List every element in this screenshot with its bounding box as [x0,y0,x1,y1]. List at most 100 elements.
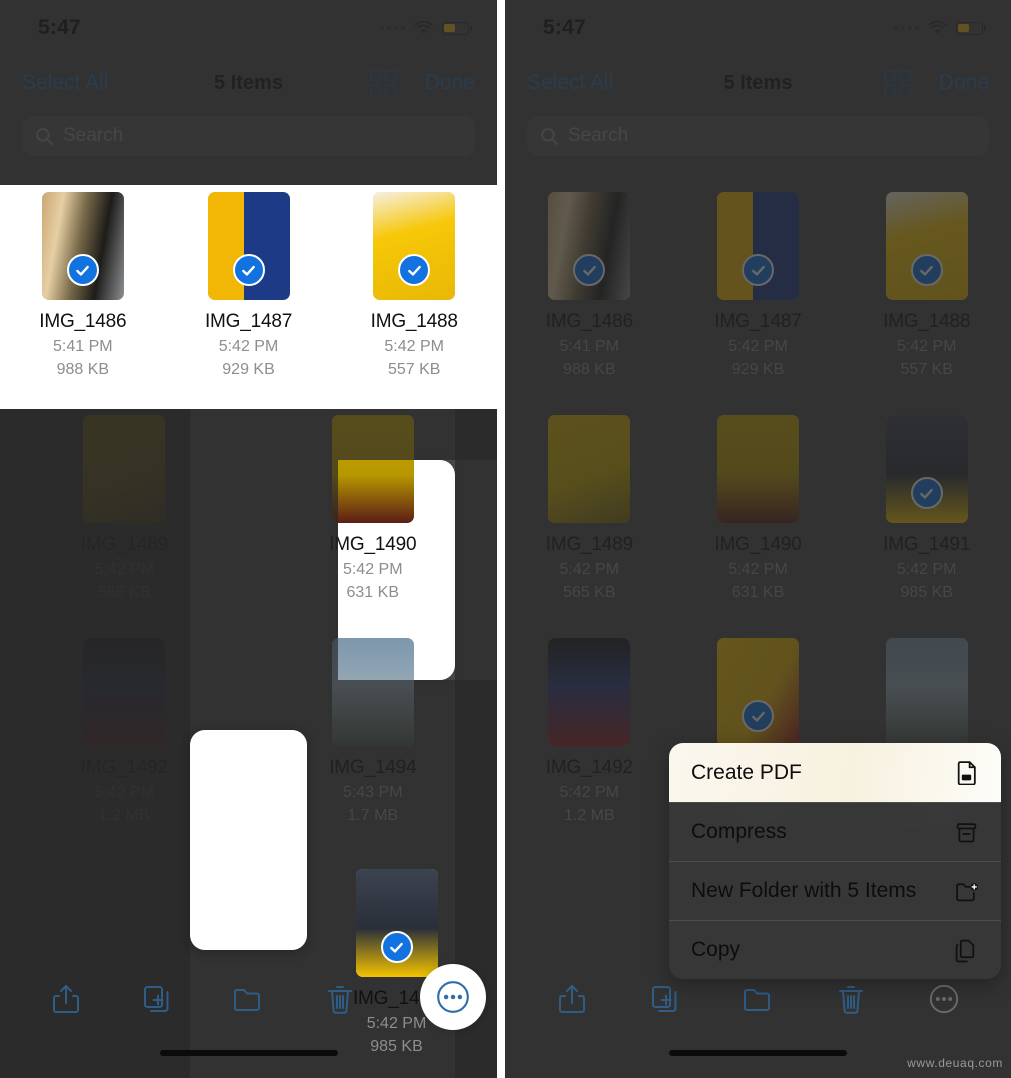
file-thumbnail[interactable] [885,192,968,300]
file-thumbnail[interactable] [41,192,124,300]
duplicate-button[interactable] [138,980,176,1018]
file-time: 5:42 PM [94,561,155,578]
file-thumbnail[interactable] [83,638,166,746]
move-to-folder-button[interactable] [739,980,777,1018]
search-placeholder: Search [63,125,124,146]
context-menu: Create PDF Compress New Folder with 5 Item… [669,743,1001,979]
done-button[interactable]: Done [939,71,989,95]
file-name: IMG_1489 [545,534,633,555]
file-thumbnail[interactable] [717,638,799,746]
share-button[interactable] [553,980,591,1018]
duplicate-icon [144,986,169,1012]
file-size: 557 KB [387,361,441,378]
context-menu-item[interactable]: Create PDF [669,743,1001,802]
file-size: 565 KB [563,584,616,601]
file-name: IMG_1487 [714,311,802,332]
share-button[interactable] [47,980,85,1018]
file-cell[interactable]: IMG_1487 5:42 PM 929 KB [674,172,843,395]
file-cell[interactable]: IMG_1488 5:42 PM 557 KB [842,172,1011,395]
thumbnail-image [885,638,968,746]
more-button[interactable] [420,964,486,1030]
file-thumbnail[interactable] [331,415,414,523]
file-cell[interactable]: IMG_1487 5:42 PM 929 KB [166,172,332,395]
file-cell[interactable]: IMG_1489 5:42 PM 565 KB [505,395,674,618]
battery-low-power-icon [442,21,472,35]
grid-view-icon[interactable] [369,69,397,97]
context-menu-item[interactable]: Compress [669,802,1001,861]
file-name: IMG_1486 [545,311,633,332]
context-menu-item[interactable]: Copy [669,920,1001,979]
file-time: 5:43 PM [342,784,403,801]
search-input[interactable]: Search [527,116,989,156]
trash-icon [839,986,864,1014]
selected-checkmark[interactable] [742,700,774,732]
check-icon [76,265,90,276]
done-button[interactable]: Done [425,71,475,95]
folder-icon [234,989,261,1011]
file-cell[interactable]: IMG_1488 5:42 PM 557 KB [331,172,497,395]
delete-button[interactable] [832,980,870,1018]
file-size: 988 KB [56,361,110,378]
search-placeholder: Search [568,125,629,146]
context-menu-item[interactable]: New Folder with 5 Items [669,861,1001,920]
file-cell[interactable]: IMG_1490 5:42 PM 631 KB [249,395,498,618]
selected-checkmark[interactable] [380,931,413,963]
file-cell[interactable]: IMG_1492 5:42 PM 1.2 MB [505,618,674,841]
context-menu-label: Create PDF [691,760,802,784]
file-thumbnail[interactable] [331,638,414,746]
file-thumbnail[interactable] [83,415,166,523]
more-button[interactable] [925,980,963,1018]
selected-checkmark[interactable] [232,254,265,286]
page-title: 5 Items [723,71,793,94]
right-nav-bar: Select All 5 Items Done [505,56,1011,110]
file-row: IMG_1489 5:42 PM 565 KB IMG_1490 5:42 PM 631 … [0,395,498,1055]
file-thumbnail[interactable] [717,415,799,523]
cellular-dots-icon [380,26,405,30]
cellular-dots-icon [894,26,919,30]
file-size: 1.2 MB [563,807,615,824]
file-name: IMG_1488 [370,311,458,332]
thumbnail-image [331,415,414,523]
copy-pages-icon [955,939,975,962]
grid-view-icon[interactable] [883,69,911,97]
selected-checkmark[interactable] [742,254,774,286]
file-cell[interactable]: IMG_1489 5:42 PM 565 KB [0,395,249,618]
file-thumbnail[interactable] [207,192,290,300]
select-all-button[interactable]: Select All [527,71,613,95]
search-input[interactable]: Search [22,116,475,156]
move-to-folder-button[interactable] [229,980,267,1018]
file-thumbnail[interactable] [548,638,631,746]
search-icon [541,127,559,145]
file-thumbnail[interactable] [885,415,968,523]
delete-button[interactable] [321,980,359,1018]
selected-checkmark[interactable] [66,254,99,286]
select-all-button[interactable]: Select All [22,71,108,95]
file-thumbnail[interactable] [885,638,968,746]
file-thumbnail[interactable] [717,192,799,300]
file-thumbnail[interactable] [373,192,456,300]
selected-checkmark[interactable] [910,477,943,509]
file-cell[interactable]: IMG_1491 5:42 PM 985 KB [842,395,1011,618]
file-size: 1.7 MB [347,807,399,824]
file-thumbnail[interactable] [548,415,631,523]
selected-checkmark[interactable] [573,254,606,286]
file-cell[interactable]: IMG_1486 5:41 PM 988 KB [505,172,674,395]
file-cell[interactable]: IMG_1486 5:41 PM 988 KB [0,172,166,395]
selected-checkmark[interactable] [398,254,431,286]
duplicate-button[interactable] [646,980,684,1018]
file-name: IMG_1492 [80,757,168,778]
file-name: IMG_1487 [204,311,293,332]
file-row: IMG_1486 5:41 PM 988 KB IMG_1487 5:42 PM 929 … [505,172,1011,395]
file-time: 5:42 PM [94,784,155,801]
file-cell[interactable]: IMG_1490 5:42 PM 631 KB [674,395,843,618]
check-icon [242,265,255,276]
file-thumbnail[interactable] [548,192,631,300]
left-bottom-toolbar [0,960,497,1078]
file-name: IMG_1491 [883,534,971,555]
file-size: 631 KB [346,584,399,601]
selected-checkmark[interactable] [910,254,943,286]
thumbnail-image [717,415,799,523]
folder-icon [743,989,770,1011]
search-icon [36,127,54,145]
right-status-bar: 5:47 [505,0,1011,56]
